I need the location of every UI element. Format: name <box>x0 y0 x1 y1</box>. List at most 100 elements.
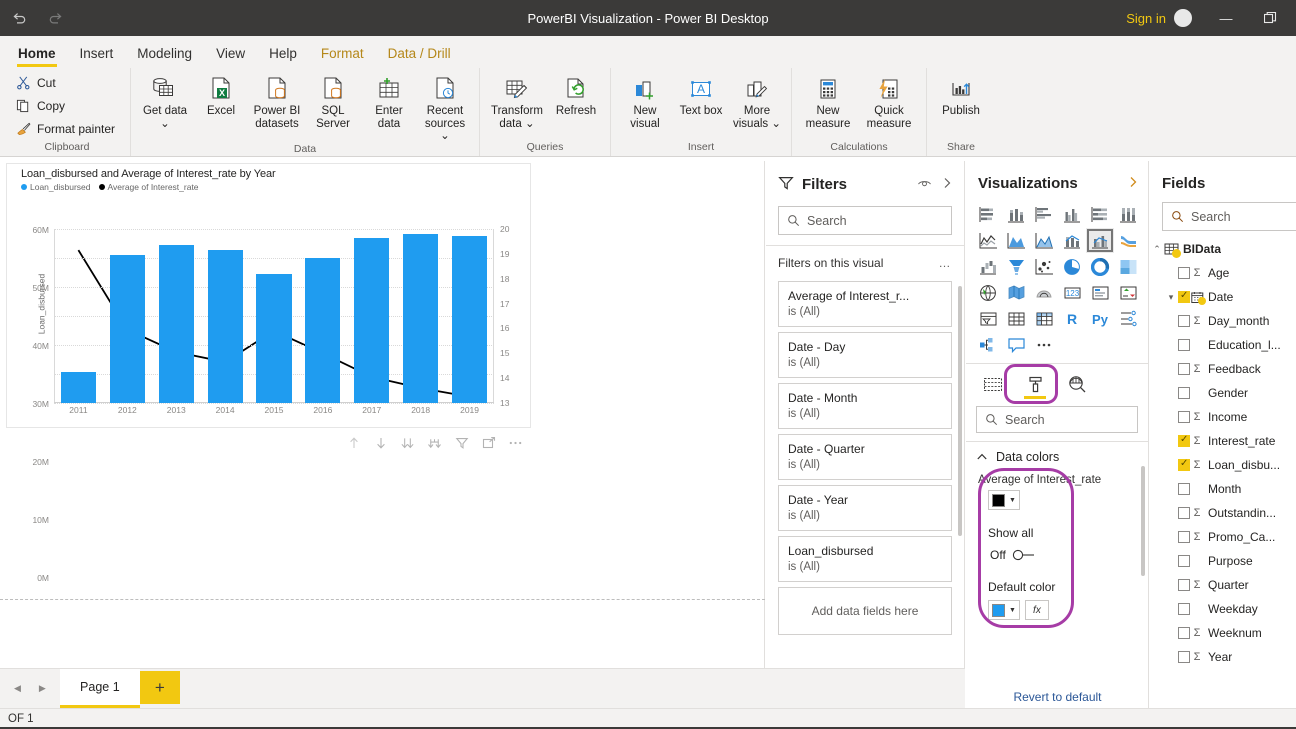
field-row-age[interactable]: ΣAge <box>1150 261 1296 285</box>
show-all-toggle[interactable]: Off <box>966 540 1148 562</box>
series-color-picker[interactable]: ▼ <box>988 490 1020 510</box>
format-painter-button[interactable]: Format painter <box>10 117 124 140</box>
clustered-bar-chart-icon[interactable] <box>1030 202 1058 227</box>
matrix-icon[interactable] <box>1030 306 1058 331</box>
drill-hierarchy-icon[interactable] <box>427 436 442 451</box>
python-visual-icon[interactable]: Py <box>1086 306 1114 331</box>
shape-map-icon[interactable] <box>1030 280 1058 305</box>
treemap-icon[interactable] <box>1114 254 1142 279</box>
filter-card[interactable]: Date - Day is (All) <box>778 332 952 378</box>
filter-icon[interactable] <box>454 436 469 451</box>
field-checkbox[interactable] <box>1178 339 1190 351</box>
chevron-down-icon[interactable]: ▾ <box>1164 292 1178 303</box>
ribbon-tab-view[interactable]: View <box>204 42 257 68</box>
chart-bar[interactable] <box>110 255 145 403</box>
scatter-chart-icon[interactable] <box>1030 254 1058 279</box>
field-row-month[interactable]: Month <box>1150 477 1296 501</box>
copy-button[interactable]: Copy <box>10 94 114 117</box>
slicer-icon[interactable] <box>974 306 1002 331</box>
get-data-button[interactable]: Get data ⌄ <box>137 72 193 130</box>
chart-bar[interactable] <box>159 245 194 403</box>
quick-measure-button[interactable]: Quick measure <box>858 72 920 130</box>
field-checkbox[interactable] <box>1178 411 1190 423</box>
filter-card[interactable]: Date - Year is (All) <box>778 485 952 531</box>
map-icon[interactable] <box>974 280 1002 305</box>
excel-button[interactable]: X Excel <box>193 72 249 118</box>
transform-data-button[interactable]: Transform data ⌄ <box>486 72 548 130</box>
field-checkbox[interactable] <box>1178 315 1190 327</box>
field-row-income[interactable]: ΣIncome <box>1150 405 1296 429</box>
field-checkbox[interactable] <box>1178 483 1190 495</box>
filter-dropzone[interactable]: Add data fields here <box>778 587 952 635</box>
hundred-percent-stacked-column-chart-icon[interactable] <box>1114 202 1142 227</box>
ribbon-tab-help[interactable]: Help <box>257 42 309 68</box>
table-icon[interactable] <box>1002 306 1030 331</box>
legend-item-loan-disbursed[interactable]: Loan_disbursed <box>21 182 91 192</box>
chevron-right-icon[interactable]: ▶ <box>39 683 46 694</box>
field-row-education-l[interactable]: Education_l... <box>1150 333 1296 357</box>
chart-bar[interactable] <box>354 238 389 403</box>
data-colors-section-header[interactable]: Data colors <box>976 450 1138 464</box>
field-checkbox[interactable] <box>1178 579 1190 591</box>
fields-tree[interactable]: ⌃BIDataΣAge▾DateΣDay_monthEducation_l...… <box>1150 231 1296 669</box>
field-row-quarter[interactable]: ΣQuarter <box>1150 573 1296 597</box>
kpi-icon[interactable] <box>1114 280 1142 305</box>
field-row-year[interactable]: ΣYear <box>1150 645 1296 669</box>
line-chart-icon[interactable] <box>974 228 1002 253</box>
chart-bar[interactable] <box>61 372 96 403</box>
multi-row-card-icon[interactable] <box>1086 280 1114 305</box>
collapse-visualizations-icon[interactable] <box>1126 175 1140 192</box>
ribbon-tab-data-drill[interactable]: Data / Drill <box>376 42 463 68</box>
chart-bar[interactable] <box>403 234 438 403</box>
field-row-loan-disbu[interactable]: ΣLoan_disbu... <box>1150 453 1296 477</box>
card-icon[interactable]: 123 <box>1058 280 1086 305</box>
r-script-visual-icon[interactable]: R <box>1058 306 1086 331</box>
chart-visual[interactable]: Loan_disbursed and Average of Interest_r… <box>6 163 531 428</box>
avatar[interactable] <box>1174 9 1192 27</box>
chart-bar[interactable] <box>256 274 291 403</box>
fields-search-input[interactable]: Search <box>1162 202 1296 231</box>
stacked-column-chart-icon[interactable] <box>1002 202 1030 227</box>
ribbon-tab-insert[interactable]: Insert <box>68 42 126 68</box>
field-row-outstandin[interactable]: ΣOutstandin... <box>1150 501 1296 525</box>
field-row-promo-ca[interactable]: ΣPromo_Ca... <box>1150 525 1296 549</box>
expand-all-icon[interactable] <box>400 436 415 451</box>
filters-search-input[interactable]: Search <box>778 206 952 235</box>
fields-table-row[interactable]: ⌃BIData <box>1150 237 1296 261</box>
chevron-up-icon[interactable]: ⌃ <box>1150 244 1164 255</box>
drill-up-icon[interactable] <box>346 436 361 451</box>
donut-chart-icon[interactable] <box>1086 254 1114 279</box>
refresh-button[interactable]: Refresh <box>548 72 604 118</box>
field-checkbox[interactable] <box>1178 651 1190 663</box>
field-checkbox[interactable] <box>1178 291 1190 303</box>
more-options-icon[interactable] <box>508 436 523 451</box>
field-row-weekday[interactable]: Weekday <box>1150 597 1296 621</box>
field-checkbox[interactable] <box>1178 435 1190 447</box>
field-checkbox[interactable] <box>1178 507 1190 519</box>
field-checkbox[interactable] <box>1178 267 1190 279</box>
chart-plot[interactable]: 0M10M20M30M40M50M60M13141516171819202011… <box>54 229 494 403</box>
field-checkbox[interactable] <box>1178 531 1190 543</box>
filters-section-more-icon[interactable]: … <box>939 256 953 270</box>
field-checkbox[interactable] <box>1178 387 1190 399</box>
line-and-clustered-column-chart-icon[interactable] <box>1086 228 1114 253</box>
filters-scrollbar[interactable] <box>958 286 962 536</box>
field-checkbox[interactable] <box>1178 603 1190 615</box>
ribbon-tab-format[interactable]: Format <box>309 42 376 68</box>
redo-icon[interactable] <box>44 7 66 29</box>
sign-in-button[interactable]: Sign in <box>1118 11 1174 26</box>
field-checkbox[interactable] <box>1178 363 1190 375</box>
analytics-tab[interactable] <box>1064 372 1090 396</box>
enter-data-button[interactable]: Enter data <box>361 72 417 130</box>
field-row-weeknum[interactable]: ΣWeeknum <box>1150 621 1296 645</box>
ribbon-tab-home[interactable]: Home <box>6 42 68 68</box>
chart-bar[interactable] <box>208 250 243 403</box>
fields-tab[interactable] <box>980 372 1006 396</box>
waterfall-chart-icon[interactable] <box>974 254 1002 279</box>
default-color-picker[interactable]: ▼ <box>988 600 1020 620</box>
format-tab[interactable] <box>1022 372 1048 396</box>
q-and-a-icon[interactable] <box>1002 332 1030 357</box>
decomposition-tree-icon[interactable] <box>974 332 1002 357</box>
line-and-stacked-column-chart-icon[interactable] <box>1058 228 1086 253</box>
field-row-date[interactable]: ▾Date <box>1150 285 1296 309</box>
